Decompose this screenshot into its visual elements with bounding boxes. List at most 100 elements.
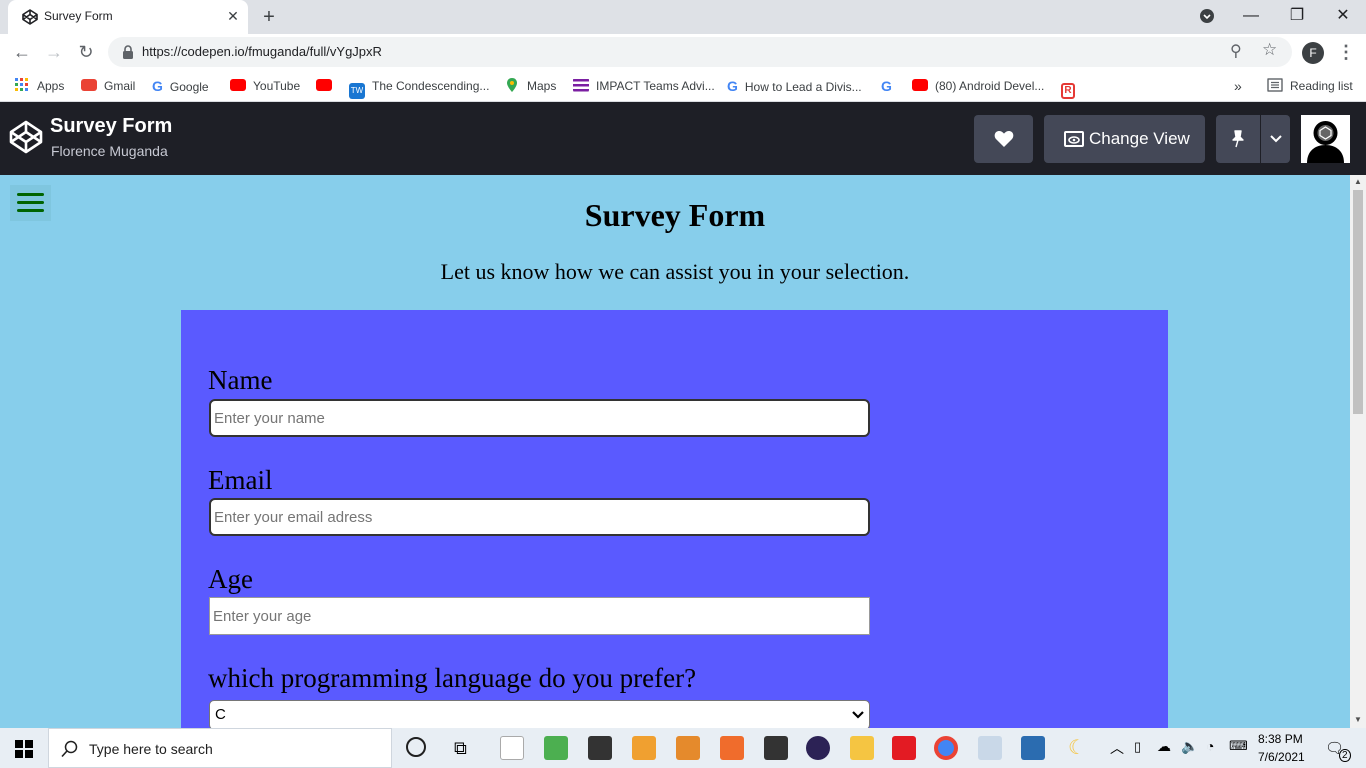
pin-button[interactable] [1216,115,1260,163]
taskbar-search[interactable]: Type here to search [48,728,392,768]
bookmark-gmail[interactable]: Gmail [81,77,135,95]
typora-icon[interactable] [892,736,916,760]
bookmark-star-icon[interactable]: ☆ [1262,40,1277,60]
email-input[interactable] [209,498,870,536]
age-label: Age [208,564,253,594]
photos-icon[interactable] [1021,736,1045,760]
back-arrow-icon[interactable]: ← [10,40,34,64]
user-avatar[interactable] [1301,115,1350,163]
gmail-icon [81,79,97,91]
codepen-header: Survey Form Florence Muganda Change View [0,102,1366,175]
language-select[interactable]: C [209,700,870,728]
bookmark-apps[interactable]: Apps [14,77,64,95]
browser-tab[interactable]: Survey Form ✕ [8,0,248,34]
file-explorer-icon[interactable] [850,736,874,760]
cortana-icon[interactable] [406,737,426,757]
lock-icon [123,45,133,59]
xampp-icon[interactable] [720,736,744,760]
profile-avatar[interactable]: F [1302,42,1324,64]
change-view-icon [1064,131,1084,147]
chevron-down-icon [1270,135,1282,143]
bookmark-google-2[interactable]: G [881,77,899,95]
page-content: Survey Form Let us know how we can assis… [0,175,1350,728]
name-label: Name [208,365,273,395]
notification-count: 2 [1339,749,1351,762]
close-window-icon[interactable]: ✕ [1330,4,1356,28]
windows-start-icon[interactable] [15,740,33,758]
zoom-icon[interactable]: ⚲ [1230,41,1242,61]
scrollbar-thumb[interactable] [1353,190,1363,414]
r-icon: R [1061,83,1075,99]
device-icon[interactable]: ▯ [1134,739,1141,755]
more-bookmarks-icon[interactable]: » [1234,77,1242,95]
bookmark-label: IMPACT Teams Advi... [596,79,715,93]
reading-list-icon [1267,78,1283,92]
clock-date[interactable]: 7/6/2021 [1258,750,1305,764]
bookmark-android[interactable]: (80) Android Devel... [912,77,1044,95]
pin-dropdown-button[interactable] [1261,115,1290,163]
minimize-icon[interactable]: — [1238,4,1264,28]
youtube-icon [316,79,332,91]
reading-list[interactable]: Reading list [1267,77,1353,95]
task-view-icon[interactable]: ⧉ [454,738,467,759]
bookmark-label: The Condescending... [372,79,490,93]
bookmarks-bar: Apps Gmail G Google YouTube TW The Condesc… [0,70,1366,102]
clock-time[interactable]: 8:38 PM [1258,732,1303,746]
paint-icon[interactable] [978,736,1002,760]
edge-icon[interactable] [500,736,524,760]
name-input[interactable] [209,399,870,437]
close-tab-icon[interactable]: ✕ [224,7,242,25]
bookmark-youtube-2[interactable] [316,77,339,95]
reload-icon[interactable]: ↻ [74,40,98,64]
tab-search-icon[interactable] [1194,4,1220,28]
change-view-button[interactable]: Change View [1044,115,1205,163]
network-icon[interactable]: ◔ [1206,738,1214,754]
bookmark-how-to-lead[interactable]: G How to Lead a Divis... [727,77,862,95]
store-icon[interactable] [588,736,612,760]
codepen-logo-icon[interactable] [8,119,44,155]
bookmark-label: Google [169,80,209,94]
heart-icon [994,131,1014,147]
bookmark-condescending[interactable]: TW The Condescending... [349,77,490,99]
bookmark-label: Apps [37,79,65,93]
restore-icon[interactable]: ❐ [1284,4,1310,28]
search-placeholder: Type here to search [89,741,213,757]
input-method-icon[interactable]: ⌨ [1229,738,1248,754]
volume-icon[interactable]: 🔈 [1181,738,1198,755]
pin-icon [1232,130,1244,148]
impact-icon [573,79,589,92]
scroll-down-icon[interactable]: ▼ [1354,715,1362,724]
pen-title[interactable]: Survey Form [50,115,172,138]
age-input[interactable] [209,597,870,635]
bookmark-label: Gmail [104,79,136,93]
new-tab-icon[interactable]: + [258,6,280,28]
page-description: Let us know how we can assist you in you… [440,259,910,284]
project-app-icon[interactable] [544,736,568,760]
show-hidden-icons-icon[interactable]: ︿ [1110,738,1124,758]
bookmark-impact[interactable]: IMPACT Teams Advi... [573,77,715,95]
bookmark-r[interactable]: R [1061,77,1082,99]
youtube-icon [912,79,928,91]
forward-arrow-icon[interactable]: → [42,40,66,64]
url-text: https://codepen.io/fmuganda/full/vYgJpxR [142,44,382,59]
onedrive-icon[interactable]: ☁ [1157,738,1171,755]
browser-toolbar: ← → ↻ https://codepen.io/fmuganda/full/v… [0,34,1366,70]
media-player-icon[interactable] [632,736,656,760]
page-scrollbar[interactable]: ▲ ▼ [1350,175,1366,728]
apps-grid-icon [15,78,28,91]
chrome-icon[interactable] [934,736,958,760]
google-icon: G [152,78,163,94]
moon-icon[interactable]: ☾ [1068,736,1092,760]
bookmark-youtube[interactable]: YouTube [230,77,300,95]
scroll-up-icon[interactable]: ▲ [1354,177,1362,186]
kebab-menu-icon[interactable]: ⋮ [1334,40,1358,64]
pen-author[interactable]: Florence Muganda [51,143,168,159]
eclipse-icon[interactable] [806,736,830,760]
windows-taskbar: Type here to search ⧉ ☾ ︿ ▯ ☁ 🔈 ◔ ⌨ 8:38… [0,728,1366,768]
sublime-s-icon[interactable] [676,736,700,760]
like-button[interactable] [974,115,1033,163]
address-bar[interactable]: https://codepen.io/fmuganda/full/vYgJpxR… [108,37,1292,67]
bookmark-google[interactable]: G Google [152,77,209,95]
bookmark-maps[interactable]: Maps [504,77,556,95]
sublime-text-icon[interactable] [764,736,788,760]
